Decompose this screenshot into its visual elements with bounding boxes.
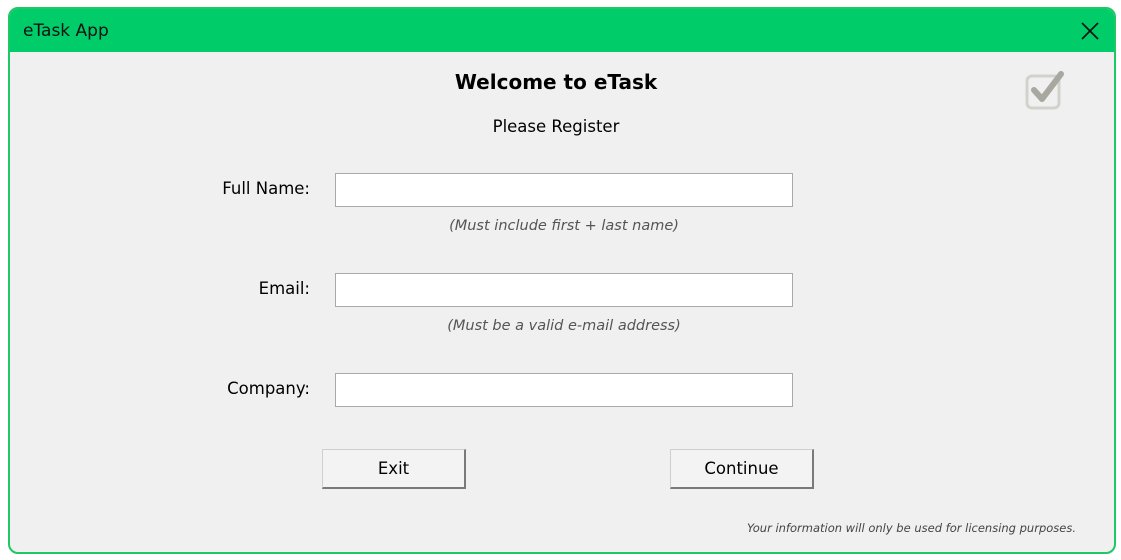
close-icon — [1081, 22, 1099, 40]
window-title: eTask App — [23, 21, 109, 41]
email-hint: (Must be a valid e-mail address) — [447, 318, 681, 334]
email-label: Email: — [258, 279, 310, 298]
page-title: Welcome to eTask — [454, 70, 658, 94]
email-input[interactable] — [335, 273, 793, 307]
close-button[interactable] — [1072, 13, 1108, 49]
full-name-label: Full Name: — [222, 179, 310, 198]
full-name-hint: (Must include first + last name) — [449, 218, 679, 234]
continue-button[interactable]: Continue — [670, 449, 814, 489]
exit-button[interactable]: Exit — [322, 449, 466, 489]
company-input[interactable] — [335, 373, 793, 407]
licensing-note: Your information will only be used for l… — [746, 521, 1076, 535]
title-bar: eTask App — [10, 9, 1114, 52]
page-subtitle: Please Register — [492, 117, 620, 136]
full-name-input[interactable] — [335, 173, 793, 207]
registration-window: eTask App Welcome to eTask Please Regist… — [8, 7, 1116, 554]
company-label: Company: — [227, 379, 310, 398]
